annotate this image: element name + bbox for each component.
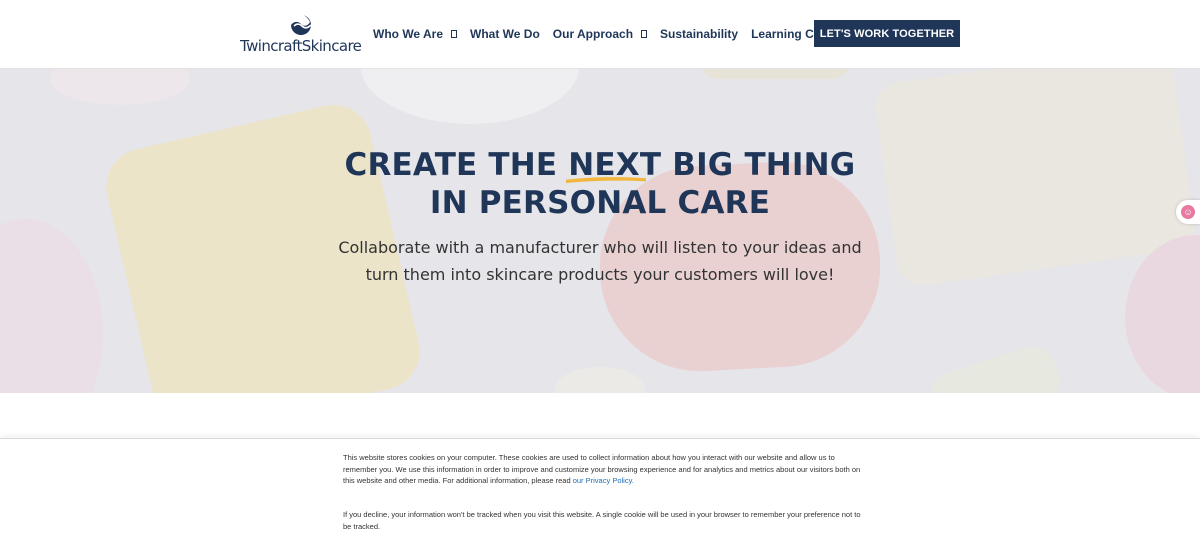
hero-title-part1: CREATE THE bbox=[344, 147, 569, 183]
accessibility-icon: ☺ bbox=[1181, 205, 1195, 219]
nav-item-what-we-do[interactable]: What We Do bbox=[470, 27, 540, 41]
privacy-policy-link[interactable]: our Privacy Policy. bbox=[573, 476, 634, 485]
nav-item-sustainability[interactable]: Sustainability bbox=[660, 27, 738, 41]
chevron-down-icon bbox=[451, 30, 458, 38]
cookie-decline-text: If you decline, your information won't b… bbox=[343, 510, 861, 531]
nav-label: Sustainability bbox=[660, 27, 739, 41]
lets-work-together-button[interactable]: LET'S WORK TOGETHER bbox=[814, 20, 960, 47]
main-nav: Who We Are What We Do Our Approach Susta… bbox=[373, 26, 870, 42]
chevron-down-icon bbox=[641, 30, 648, 38]
hero-subtitle: Collaborate with a manufacturer who will… bbox=[338, 238, 862, 284]
site-header: TwincraftSkincare Who We Are What We Do … bbox=[0, 0, 1200, 69]
hero-title-highlight-wrap: NEXT BIG THING bbox=[566, 146, 856, 184]
cookie-text: This website stores cookies on your comp… bbox=[343, 452, 863, 487]
hero-overlay bbox=[0, 69, 1200, 393]
logo[interactable]: TwincraftSkincare bbox=[240, 14, 364, 56]
nav-item-our-approach[interactable]: Our Approach bbox=[552, 27, 648, 41]
accessibility-widget[interactable]: ☺ bbox=[1176, 200, 1200, 224]
cookie-banner: This website stores cookies on your comp… bbox=[0, 438, 1200, 545]
hero-title: CREATE THE NEXT BIG THING IN PERSONAL CA… bbox=[300, 146, 900, 222]
nav-label: Who We Are bbox=[373, 27, 444, 41]
logo-text: TwincraftSkincare bbox=[240, 37, 362, 55]
hero-title-line2: IN PERSONAL CARE bbox=[429, 185, 771, 221]
nav-label: Our Approach bbox=[552, 27, 634, 41]
hero-section: CREATE THE NEXT BIG THING IN PERSONAL CA… bbox=[0, 69, 1200, 393]
hero-title-highlight: NEXT BIG THING bbox=[568, 147, 856, 183]
nav-label: What We Do bbox=[470, 27, 540, 41]
wave-circle-icon bbox=[291, 15, 312, 35]
nav-item-who-we-are[interactable]: Who We Are bbox=[373, 27, 458, 41]
